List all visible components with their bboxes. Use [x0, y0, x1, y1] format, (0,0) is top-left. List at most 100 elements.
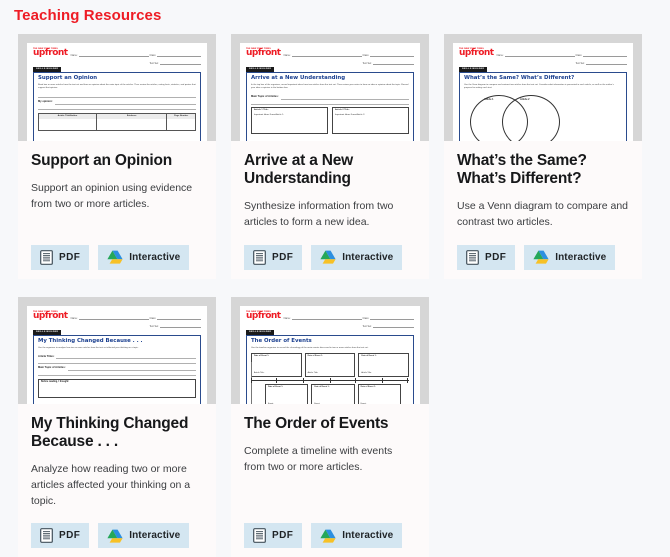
- interactive-button-label: Interactive: [129, 530, 181, 542]
- worksheet-title: The Order of Events: [251, 337, 312, 344]
- page-title: Teaching Resources: [14, 7, 162, 24]
- card-actions: PDF Interactive: [231, 244, 429, 270]
- interactive-button[interactable]: Interactive: [311, 523, 403, 549]
- worksheet-thumbnail[interactable]: THE NEW YORK TIMES upfront Name: Class: …: [231, 296, 429, 404]
- card-description: Analyze how reading two or more articles…: [31, 463, 191, 507]
- google-drive-icon: [320, 529, 336, 543]
- worksheet-instructions: Read two or more articles from the text …: [38, 83, 196, 90]
- class-field: Class:: [149, 52, 201, 57]
- card-actions: PDF Interactive: [18, 523, 216, 549]
- class-field: Class:: [362, 52, 414, 57]
- card-title: Arrive at a New Understanding: [244, 152, 353, 188]
- pdf-button-label: PDF: [485, 251, 507, 263]
- evidence-table: Article Title/Author Evidence Page Numbe…: [38, 112, 196, 131]
- timeline-upper-row: Date of Event 1: Article Title: Date of E…: [251, 352, 410, 377]
- worksheet-preview: THE NEW YORK TIMES upfront Name: Class: …: [27, 43, 207, 141]
- pdf-button[interactable]: PDF: [31, 244, 90, 270]
- resource-card[interactable]: THE NEW YORK TIMES upfront Name: Class: …: [231, 34, 429, 279]
- worksheet-instructions: Use the organizer to analyze how two or …: [38, 346, 139, 349]
- timeline-axis: [251, 377, 409, 383]
- article-1-box: Article 1 Title: Important Ideas From Ar…: [251, 106, 328, 134]
- pdf-button[interactable]: PDF: [31, 523, 90, 549]
- card-description: Complete a timeline with events from two…: [244, 444, 393, 473]
- text-set-field: Text Set:: [149, 60, 201, 65]
- worksheet-instructions: In the top box of the organizer, record …: [251, 83, 409, 90]
- worksheet-thumbnail[interactable]: THE NEW YORK TIMES upfront Name: Class: …: [18, 34, 216, 141]
- upfront-logo: THE NEW YORK TIMES upfront: [246, 48, 281, 58]
- document-icon: [253, 528, 266, 544]
- text-set-field: Text Set:: [575, 60, 627, 65]
- skills-builder-tag: SKILLS BUILDER: [246, 67, 275, 72]
- worksheet-instructions: Use the Venn diagram to compare and cont…: [464, 83, 614, 90]
- document-icon: [466, 249, 479, 265]
- card-title: The Order of Events: [244, 414, 389, 432]
- name-field: Name:: [284, 52, 363, 57]
- upfront-logo: THE NEW YORK TIMES upfront: [246, 310, 281, 321]
- skills-builder-tag: SKILLS BUILDER: [33, 329, 62, 335]
- worksheet-title: Arrive at a New Understanding: [251, 74, 346, 81]
- text-set-field: Text Set:: [362, 323, 414, 328]
- card-title: What’s the Same? What’s Different?: [457, 152, 587, 188]
- pdf-button-label: PDF: [272, 251, 294, 263]
- pdf-button[interactable]: PDF: [244, 523, 303, 549]
- worksheet-thumbnail[interactable]: THE NEW YORK TIMES upfront Name: Class: …: [231, 34, 429, 141]
- topic-label: Main Topic of Articles:: [38, 366, 66, 370]
- pdf-button-label: PDF: [59, 530, 81, 542]
- name-field: Name:: [71, 52, 150, 57]
- timeline-event-box: Date of Event 1: Article Title:: [358, 352, 410, 377]
- timeline-event-box: Date of Event 1: Article Title:: [304, 352, 356, 377]
- resource-card[interactable]: THE NEW YORK TIMES upfront Name: Class: …: [18, 34, 216, 279]
- document-icon: [40, 528, 53, 544]
- pdf-button-label: PDF: [272, 530, 294, 542]
- google-drive-icon: [320, 250, 336, 264]
- card-actions: PDF Interactive: [18, 244, 216, 270]
- worksheet-preview: THE NEW YORK TIMES upfront Name: Class: …: [240, 305, 420, 404]
- venn-circle-right: [502, 95, 560, 141]
- timeline-lower-row: Date of Event 1: Event: Date of Event 1: E…: [265, 383, 401, 404]
- upfront-logo: THE NEW YORK TIMES upfront: [33, 310, 68, 321]
- class-field: Class:: [575, 52, 627, 57]
- opinion-label: My opinion:: [38, 100, 53, 104]
- card-description: Use a Venn diagram to compare and contra…: [457, 200, 629, 228]
- interactive-button[interactable]: Interactive: [311, 244, 403, 270]
- worksheet-preview: THE NEW YORK TIMES upfront Name: Class: …: [240, 43, 420, 141]
- venn-label-left: Article 1: [484, 98, 494, 102]
- timeline-event-box: Date of Event 1: Article Title:: [251, 352, 302, 377]
- card-title: Support an Opinion: [31, 152, 173, 169]
- pdf-button[interactable]: PDF: [244, 244, 303, 270]
- table-row: [39, 118, 195, 130]
- venn-diagram: Article 1 Article 2: [464, 93, 622, 141]
- interactive-button[interactable]: Interactive: [98, 244, 190, 270]
- pdf-button[interactable]: PDF: [457, 244, 516, 270]
- upfront-logo: THE NEW YORK TIMES upfront: [459, 48, 494, 58]
- resource-card[interactable]: THE NEW YORK TIMES upfront Name: Class: …: [231, 296, 429, 557]
- worksheet-title: My Thinking Changed Because . . .: [38, 337, 143, 344]
- skills-builder-tag: SKILLS BUILDER: [459, 67, 488, 72]
- skills-builder-tag: SKILLS BUILDER: [33, 67, 62, 72]
- worksheet-title: What’s the Same? What’s Different?: [464, 74, 575, 81]
- timeline-event-box: Date of Event 1: Event:: [311, 383, 355, 404]
- google-drive-icon: [533, 250, 549, 264]
- resource-card[interactable]: THE NEW YORK TIMES upfront Name: Class: …: [18, 296, 216, 557]
- google-drive-icon: [107, 529, 123, 543]
- interactive-button[interactable]: Interactive: [98, 523, 190, 549]
- worksheet-preview: THE NEW YORK TIMES upfront Name: Class: …: [27, 305, 207, 404]
- pdf-button-label: PDF: [59, 251, 81, 263]
- class-field: Class:: [362, 315, 414, 320]
- document-icon: [40, 249, 53, 265]
- worksheet-thumbnail[interactable]: THE NEW YORK TIMES upfront Name: Class: …: [18, 296, 216, 404]
- interactive-button[interactable]: Interactive: [524, 244, 616, 270]
- text-set-field: Text Set:: [362, 60, 414, 65]
- card-actions: PDF Interactive: [444, 244, 642, 270]
- topic-label: Main Topic of Articles:: [251, 95, 279, 99]
- document-icon: [253, 249, 266, 265]
- resource-card[interactable]: THE NEW YORK TIMES upfront Name: Class: …: [444, 34, 642, 279]
- article-2-box: Article 2 Title: Important Ideas From Ar…: [332, 106, 409, 134]
- name-field: Name:: [284, 315, 363, 320]
- upfront-logo: THE NEW YORK TIMES upfront: [33, 48, 68, 58]
- worksheet-thumbnail[interactable]: THE NEW YORK TIMES upfront Name: Class: …: [444, 34, 642, 141]
- venn-label-right: Article 2: [520, 98, 530, 102]
- name-field: Name:: [497, 52, 576, 57]
- interactive-button-label: Interactive: [129, 251, 181, 263]
- google-drive-icon: [107, 250, 123, 264]
